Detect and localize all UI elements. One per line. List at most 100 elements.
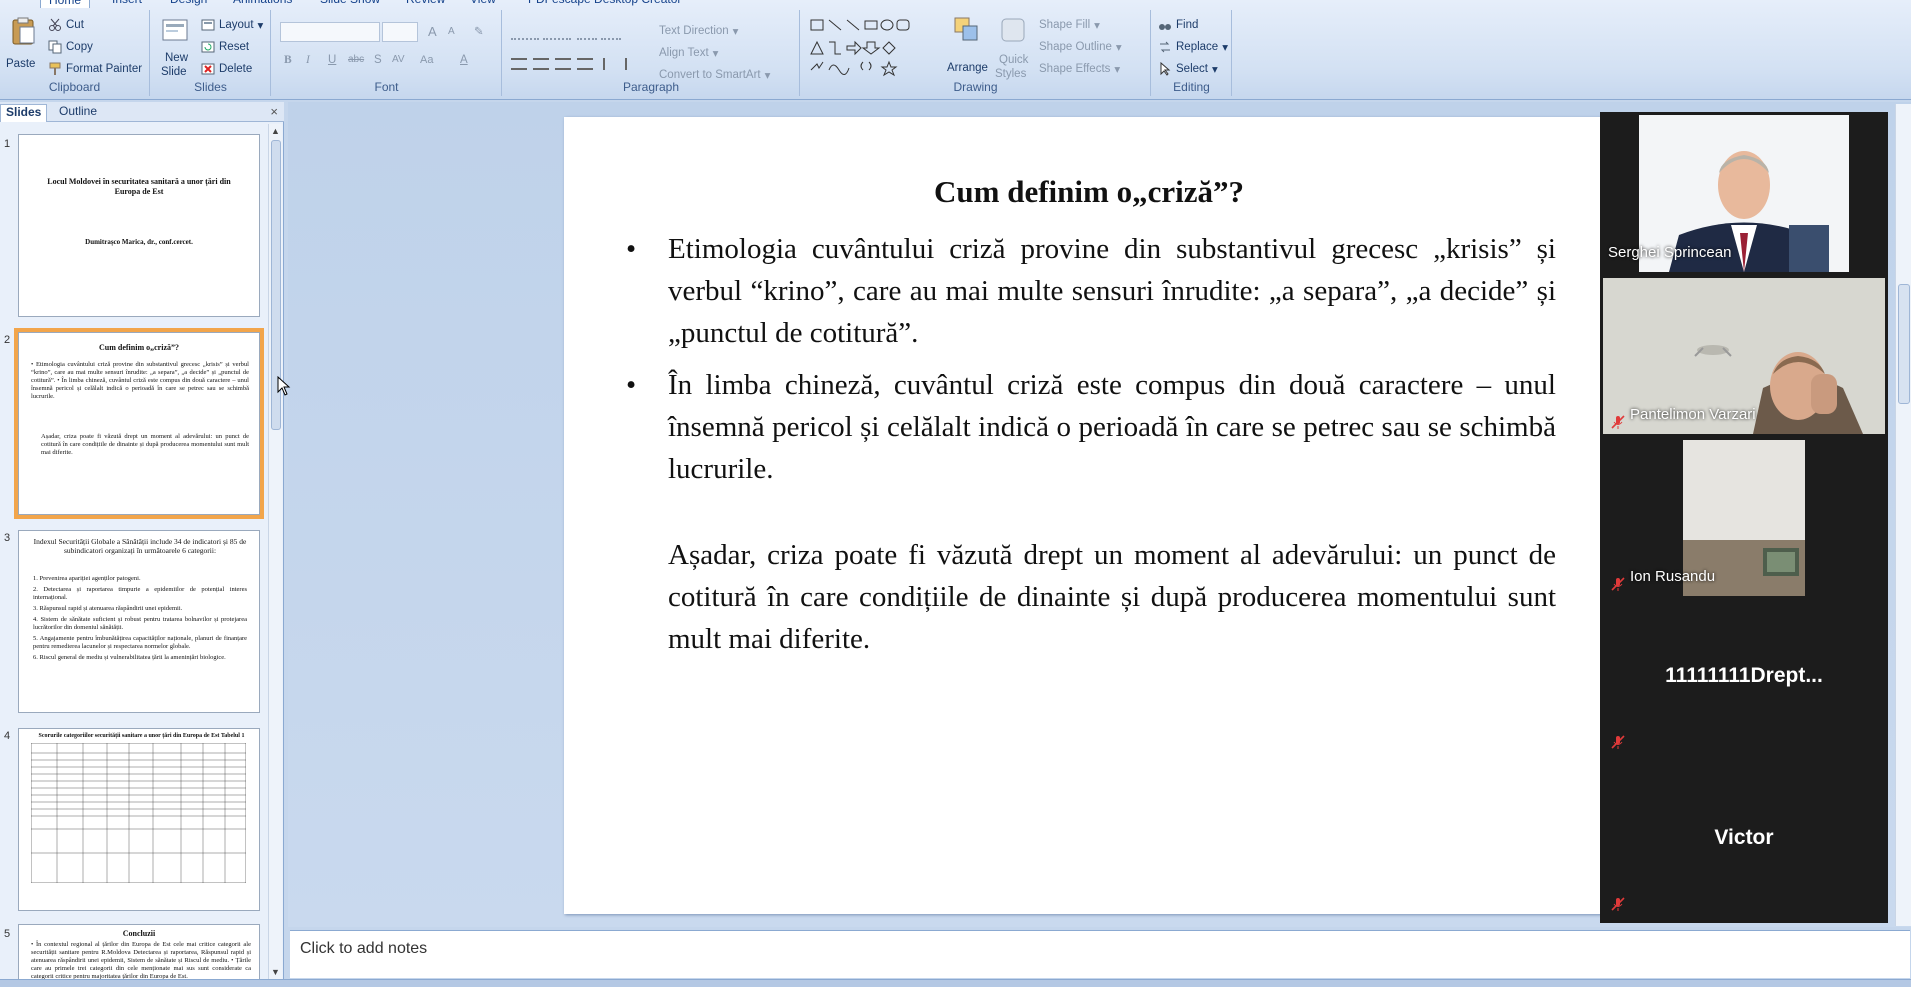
paste-label: Paste bbox=[6, 58, 36, 70]
drawing-group-label: Drawing bbox=[953, 80, 998, 94]
italic-button[interactable]: I bbox=[306, 54, 310, 66]
scrollbar-thumb[interactable] bbox=[1898, 284, 1910, 404]
cursor-icon bbox=[1160, 62, 1171, 76]
replace-label: Replace bbox=[1176, 41, 1219, 53]
tab-slides[interactable]: Slides bbox=[0, 104, 48, 122]
slide-paragraph-2[interactable]: În limba chineză, cuvântul criză este co… bbox=[668, 364, 1556, 490]
underline-button[interactable]: U bbox=[328, 54, 336, 66]
close-icon[interactable]: × bbox=[270, 104, 278, 119]
align-right-button[interactable] bbox=[555, 58, 571, 70]
notes-pane[interactable]: Click to add notes bbox=[290, 930, 1910, 978]
slide-thumbnail-1[interactable]: Locul Moldovei în securitatea sanitară a… bbox=[18, 134, 260, 317]
increase-indent-button[interactable] bbox=[601, 24, 621, 40]
tab-design[interactable]: Design bbox=[162, 0, 215, 8]
text-direction-button[interactable]: Text Direction ▾ bbox=[659, 24, 738, 38]
delete-button[interactable]: Delete bbox=[201, 62, 252, 76]
participant-name: Ion Rusandu bbox=[1630, 568, 1716, 585]
reset-button[interactable]: Reset bbox=[201, 40, 249, 54]
slide-number: 1 bbox=[4, 138, 11, 150]
align-center-button[interactable] bbox=[533, 58, 549, 70]
char-spacing-button[interactable]: AV bbox=[392, 54, 405, 65]
shape-outline-button[interactable]: Shape Outline ▾ bbox=[1039, 40, 1122, 54]
font-size-combo[interactable] bbox=[382, 22, 418, 42]
participant-tile-1[interactable]: Serghei Sprincean bbox=[1600, 112, 1888, 274]
participant-name: Serghei Sprincean bbox=[1608, 244, 1732, 261]
slide-paragraph-1[interactable]: Etimologia cuvântului criză provine din … bbox=[668, 228, 1556, 354]
tab-home[interactable]: Home bbox=[40, 0, 91, 8]
format-painter-button[interactable]: Format Painter bbox=[48, 62, 142, 76]
scroll-down-icon[interactable]: ▼ bbox=[271, 967, 280, 977]
change-case-button[interactable]: Aa bbox=[420, 54, 433, 66]
bullets-button[interactable] bbox=[511, 24, 539, 40]
strikethrough-button[interactable]: abc bbox=[348, 54, 364, 65]
slide-thumbnail-3[interactable]: Indexul Securității Globale a Sănătății … bbox=[18, 530, 260, 713]
participant-tile-4[interactable]: 11111111Drept... bbox=[1600, 598, 1888, 760]
participant-tile-5[interactable]: Victor bbox=[1600, 760, 1888, 923]
grow-font-button[interactable]: A bbox=[428, 24, 437, 39]
slide-thumbnail-4[interactable]: Scorurile categoriilor securității sanit… bbox=[18, 728, 260, 911]
ribbon: Home Insert Design Animations Slide Show… bbox=[0, 0, 1911, 100]
tab-review[interactable]: Review bbox=[398, 0, 453, 8]
slides-group: New Slide Layout ▾ Reset Delete Slides bbox=[151, 10, 271, 96]
video-call-panel: Serghei Sprincean Pantelimon Varzari Ion… bbox=[1600, 112, 1888, 923]
delete-icon bbox=[201, 63, 215, 75]
copy-button[interactable]: Copy bbox=[48, 40, 93, 54]
cut-button[interactable]: Cut bbox=[48, 18, 84, 32]
align-text-button[interactable]: Align Text ▾ bbox=[659, 46, 718, 60]
paragraph-group: Text Direction ▾ Align Text ▾ Convert to S… bbox=[503, 10, 800, 96]
participant-tile-3[interactable]: Ion Rusandu bbox=[1600, 436, 1888, 598]
tab-insert[interactable]: Insert bbox=[104, 0, 150, 8]
shape-effects-button[interactable]: Shape Effects ▾ bbox=[1039, 62, 1120, 76]
quick-styles-button[interactable]: Quick Styles bbox=[995, 16, 1033, 82]
paragraph-group-label: Paragraph bbox=[622, 80, 680, 94]
scroll-up-icon[interactable]: ▲ bbox=[271, 126, 280, 136]
participant-tile-2[interactable]: Pantelimon Varzari bbox=[1600, 274, 1888, 436]
thumb-title: Scorurile categoriilor securității sanit… bbox=[38, 733, 245, 739]
slide-paragraph-3[interactable]: Așadar, criza poate fi văzută drept un m… bbox=[668, 534, 1556, 660]
slide-number: 4 bbox=[4, 730, 11, 742]
tab-view[interactable]: View bbox=[462, 0, 504, 8]
thumb-title: Indexul Securității Globale a Sănătății … bbox=[33, 537, 247, 555]
thumb-list-item: 4. Sistem de sănătate suficient și robus… bbox=[33, 616, 247, 631]
find-button[interactable]: Find bbox=[1158, 18, 1198, 32]
pane-tabs: Slides Outline × bbox=[0, 102, 284, 122]
decrease-indent-button[interactable] bbox=[577, 24, 597, 40]
thumb-table bbox=[31, 743, 246, 883]
mic-muted-icon bbox=[1611, 577, 1625, 591]
numbering-button[interactable] bbox=[543, 24, 571, 40]
font-color-button[interactable]: A bbox=[460, 54, 468, 66]
slide-thumbnail-2[interactable]: Cum definim o„criză”? • Etimologia cuvân… bbox=[14, 328, 264, 519]
thumb-list-item: 2. Detectarea și raportarea timpurie a e… bbox=[33, 586, 247, 601]
shape-fill-button[interactable]: Shape Fill ▾ bbox=[1039, 18, 1100, 32]
clear-format-button[interactable]: ✎ bbox=[474, 24, 484, 38]
slides-pane-scrollbar[interactable]: ▲ ▼ bbox=[268, 124, 282, 979]
shrink-font-button[interactable]: A bbox=[448, 26, 455, 37]
bold-button[interactable]: B bbox=[284, 54, 292, 66]
tab-slide-show[interactable]: Slide Show bbox=[312, 0, 388, 8]
arrange-button[interactable]: Arrange bbox=[947, 16, 989, 82]
quick-styles-label-1: Quick bbox=[999, 54, 1029, 66]
font-name-combo[interactable] bbox=[280, 22, 380, 42]
slide-thumbnail-5[interactable]: Concluzii • În contextul regional al țăr… bbox=[18, 924, 260, 979]
align-left-button[interactable] bbox=[511, 58, 527, 70]
arrange-icon bbox=[954, 17, 978, 41]
slide-scrollbar[interactable] bbox=[1895, 104, 1911, 926]
replace-button[interactable]: Replace ▾ bbox=[1158, 40, 1228, 54]
shadow-button[interactable]: S bbox=[374, 54, 382, 66]
justify-button[interactable] bbox=[577, 58, 593, 70]
columns-button[interactable] bbox=[603, 58, 627, 70]
layout-button[interactable]: Layout ▾ bbox=[201, 18, 263, 32]
select-button[interactable]: Select ▾ bbox=[1158, 62, 1218, 76]
layout-label: Layout bbox=[219, 19, 254, 31]
tab-animations[interactable]: Animations bbox=[225, 0, 300, 8]
current-slide[interactable]: Cum definim o„criză”? • Etimologia cuvân… bbox=[564, 117, 1614, 914]
thumb-list-item: 5. Angajamente pentru îmbunătățirea capa… bbox=[33, 635, 247, 650]
tab-pdfescape[interactable]: PDFescape Desktop Creator bbox=[520, 0, 689, 8]
slide-title[interactable]: Cum definim o„criză”? bbox=[564, 174, 1614, 210]
format-painter-label: Format Painter bbox=[66, 63, 143, 75]
paste-button[interactable]: Paste bbox=[6, 16, 40, 78]
shapes-gallery[interactable] bbox=[809, 18, 931, 78]
new-slide-button[interactable]: New Slide bbox=[157, 14, 193, 80]
tab-outline[interactable]: Outline bbox=[54, 104, 102, 122]
participant-name: Pantelimon Varzari bbox=[1630, 406, 1756, 423]
